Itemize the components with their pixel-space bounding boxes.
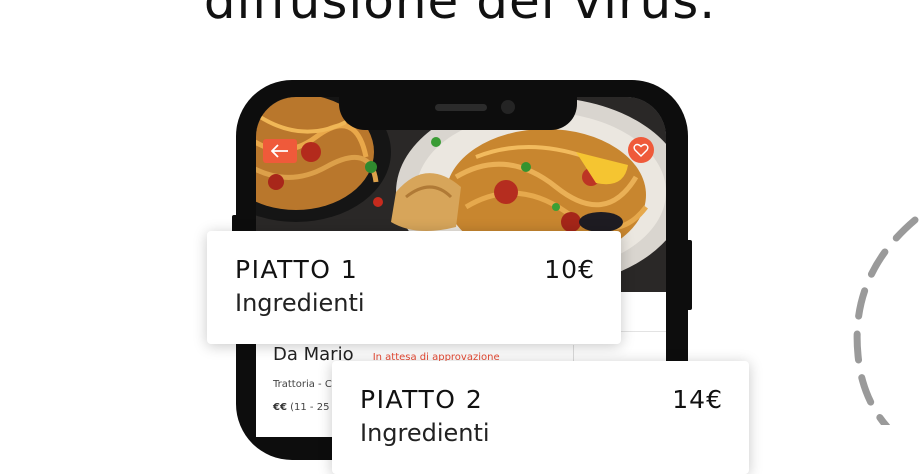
dish-name: PIATTO 2 [360,385,484,414]
dish-price: 14€ [672,385,723,414]
arrow-left-icon [271,144,288,158]
dish-card[interactable]: PIATTO 2 14€ Ingredienti [332,361,749,474]
phone-notch [339,90,577,130]
dish-name: PIATTO 1 [235,255,359,284]
dish-ingredients: Ingredienti [360,419,490,447]
speaker-grille [435,104,487,111]
back-button[interactable] [263,139,297,163]
dish-price: 10€ [544,255,595,284]
dish-card[interactable]: PIATTO 1 10€ Ingredienti [207,231,621,344]
price-level: €€ [273,402,287,413]
favorite-button[interactable] [628,137,654,163]
front-camera [501,100,515,114]
dish-ingredients: Ingredienti [235,289,365,317]
heart-icon [633,143,649,157]
price-range: (11 - 25 [290,402,330,413]
dashed-arc-decoration [853,216,919,425]
headline: diffusione del virus. [203,0,717,30]
